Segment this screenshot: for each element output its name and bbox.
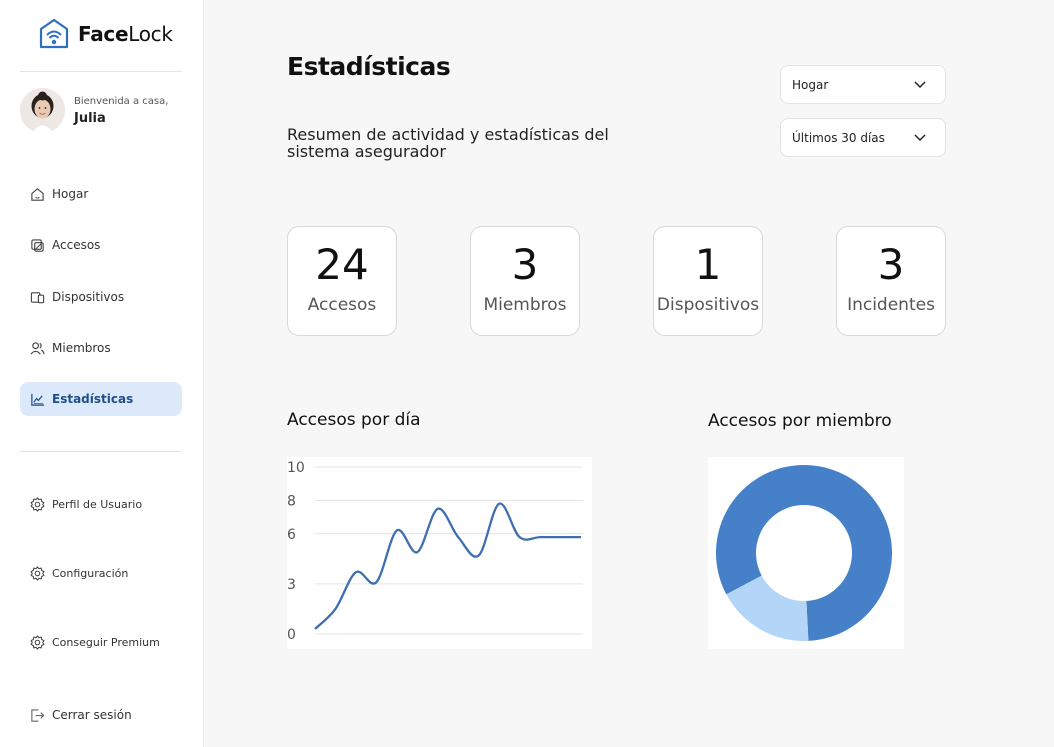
sidebar-item-dispositivos[interactable]: Dispositivos (20, 280, 182, 314)
user-profile: Bienvenida a casa, Julia (20, 88, 168, 133)
brand-logo[interactable]: FaceLock (38, 18, 173, 50)
location-select[interactable]: Hogar (780, 65, 946, 104)
stat-value: 1 (694, 240, 722, 289)
user-name: Julia (74, 110, 106, 126)
sidebar-item-configuracion[interactable]: Configuración (20, 556, 182, 590)
line-chart-svg: 10 8 6 3 0 (287, 460, 583, 643)
stat-label: Miembros (483, 295, 567, 315)
y-tick-label: 10 (287, 460, 305, 476)
stat-label: Incidentes (847, 295, 935, 315)
y-tick-label: 0 (287, 627, 296, 643)
stat-label: Accesos (307, 295, 377, 315)
facelock-logo-icon (39, 18, 69, 49)
chevron-down-icon (914, 81, 926, 89)
stat-card-accesos: 24 Accesos (287, 226, 397, 336)
sidebar-item-label: Estadísticas (52, 392, 134, 406)
stat-card-miembros: 3 Miembros (470, 226, 580, 336)
stat-value: 3 (877, 240, 905, 289)
sidebar-item-premium[interactable]: Conseguir Premium (20, 625, 182, 659)
chevron-down-icon (914, 134, 926, 142)
stat-card-incidentes: 3 Incidentes (836, 226, 946, 336)
period-select-value: Últimos 30 días (792, 130, 885, 145)
welcome-text: Bienvenida a casa, (74, 95, 169, 107)
gear-icon (30, 634, 45, 650)
stat-card-dispositivos: 1 Dispositivos (653, 226, 763, 336)
line-chart: 10 8 6 3 0 (287, 457, 592, 649)
y-tick-label: 3 (287, 577, 296, 593)
sidebar-item-label: Configuración (52, 566, 129, 580)
stat-value: 3 (511, 240, 539, 289)
logout-button[interactable]: Cerrar sesión (20, 698, 182, 732)
access-icon (31, 238, 44, 252)
period-select[interactable]: Últimos 30 días (780, 118, 946, 157)
sidebar-item-label: Conseguir Premium (52, 635, 160, 649)
stats-icon (31, 393, 45, 406)
sidebar-item-perfil[interactable]: Perfil de Usuario (20, 487, 182, 521)
donut-chart-title: Accesos por miembro (708, 411, 892, 431)
home-icon (31, 187, 44, 201)
logout-icon (31, 708, 45, 722)
sidebar-item-label: Hogar (52, 187, 89, 201)
logout-label: Cerrar sesión (52, 708, 132, 722)
sidebar-item-estadisticas[interactable]: Estadísticas (20, 382, 182, 416)
y-tick-label: 6 (287, 527, 296, 543)
sidebar-item-label: Perfil de Usuario (52, 497, 143, 511)
sidebar-item-label: Miembros (52, 341, 111, 355)
y-tick-label: 8 (287, 493, 296, 509)
gear-icon (30, 565, 45, 581)
sidebar-item-label: Accesos (52, 238, 101, 252)
members-icon (30, 341, 45, 355)
stat-value: 24 (315, 240, 369, 289)
sidebar-item-miembros[interactable]: Miembros (20, 331, 182, 365)
gear-icon (30, 496, 45, 512)
sidebar-item-accesos[interactable]: Accesos (20, 228, 182, 262)
sidebar-divider (20, 451, 182, 452)
devices-icon (30, 291, 45, 303)
sidebar-divider (20, 71, 182, 72)
page-title: Estadísticas (287, 52, 451, 81)
sidebar-item-hogar[interactable]: Hogar (20, 177, 182, 211)
line-series (314, 502, 581, 630)
avatar (20, 88, 65, 133)
location-select-value: Hogar (792, 77, 829, 92)
page-subtitle: Resumen de actividad y estadísticas del … (287, 125, 609, 161)
sidebar-item-label: Dispositivos (52, 290, 125, 304)
donut-chart (708, 457, 904, 649)
stat-label: Dispositivos (656, 295, 760, 315)
line-chart-title: Accesos por día (287, 410, 421, 430)
donut-chart-svg (716, 465, 892, 641)
brand-name: FaceLock (78, 22, 173, 46)
sidebar: FaceLock Bienvenida a casa, Julia Hogar … (0, 0, 204, 747)
